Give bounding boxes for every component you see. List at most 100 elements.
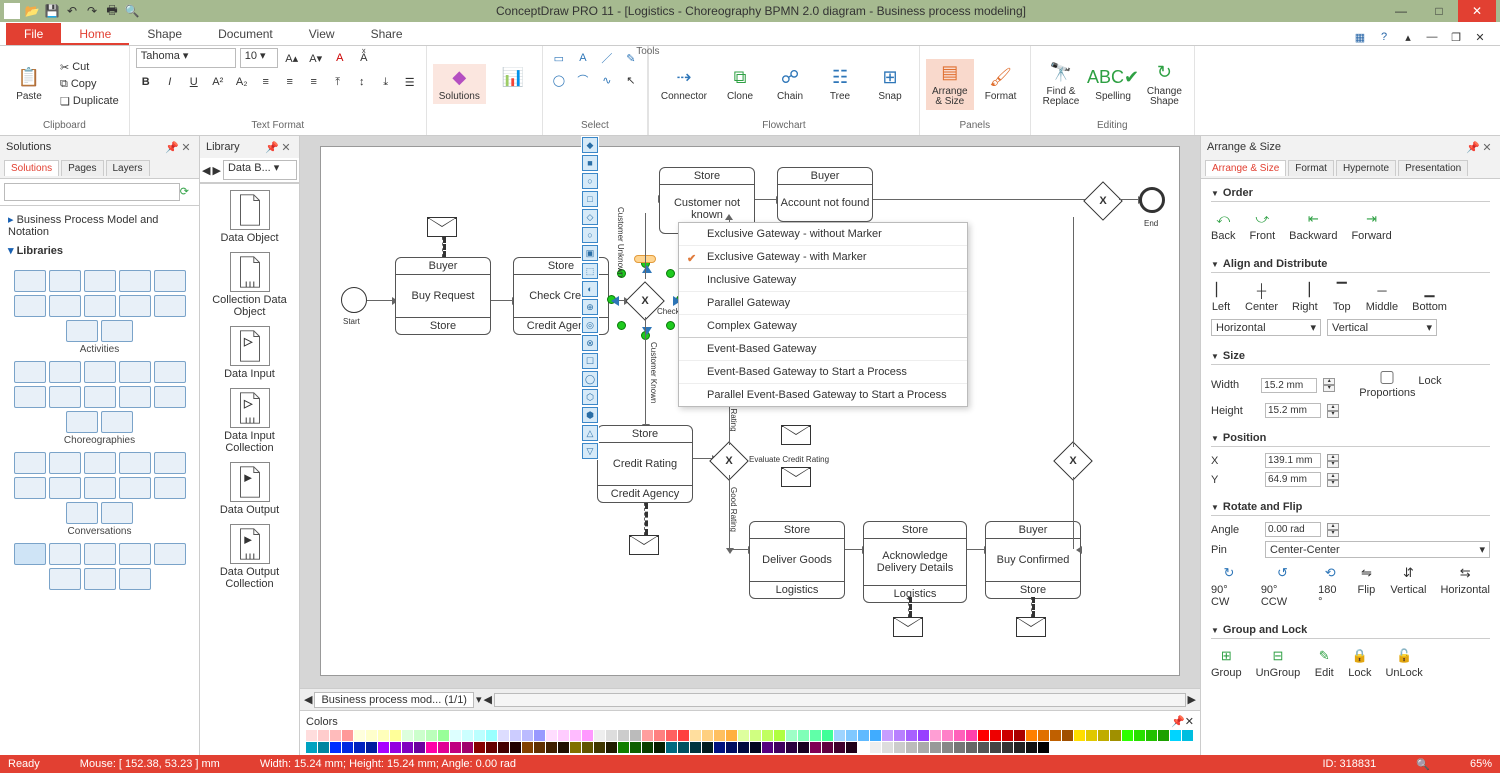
color-swatch[interactable] [342, 730, 353, 741]
color-swatch[interactable] [906, 742, 917, 753]
tab-nav-right-icon[interactable]: ▶ [1188, 693, 1196, 706]
color-swatch[interactable] [510, 730, 521, 741]
order-back[interactable]: ⤺Back [1211, 210, 1235, 242]
color-swatch[interactable] [366, 730, 377, 741]
curve-tool-icon[interactable]: ∿ [597, 70, 617, 90]
panels-icon[interactable]: ▦ [1352, 29, 1368, 45]
snap-button[interactable]: ⊞Snap [867, 64, 913, 105]
file-tab[interactable]: File [6, 23, 61, 45]
color-swatch[interactable] [942, 730, 953, 741]
tab-shape[interactable]: Shape [129, 23, 200, 45]
color-swatch[interactable] [546, 730, 557, 741]
color-swatch[interactable] [522, 730, 533, 741]
color-swatch[interactable] [450, 742, 461, 753]
end-event[interactable] [1139, 187, 1165, 213]
message-icon[interactable] [781, 425, 811, 445]
minimize-icon[interactable]: — [1382, 0, 1420, 22]
valign-top-icon[interactable]: ⤒ [328, 72, 348, 92]
arrange-close-icon[interactable]: ✕ [1480, 140, 1494, 154]
color-swatch[interactable] [318, 730, 329, 741]
sa-icon[interactable]: ◆ [582, 137, 598, 153]
color-swatch[interactable] [726, 730, 737, 741]
color-swatch[interactable] [786, 730, 797, 741]
align-top[interactable]: ▔Top [1332, 281, 1352, 313]
color-swatch[interactable] [1062, 730, 1073, 741]
color-swatch[interactable] [606, 730, 617, 741]
tab-home[interactable]: Home [61, 23, 129, 45]
color-swatch[interactable] [546, 742, 557, 753]
width-spinner[interactable]: ▴▾ [1323, 378, 1335, 392]
ctx-inclusive[interactable]: Inclusive Gateway [679, 268, 967, 291]
color-swatch[interactable] [690, 730, 701, 741]
color-swatch[interactable] [1146, 730, 1157, 741]
color-swatch[interactable] [882, 730, 893, 741]
align-center[interactable]: ┼Center [1245, 281, 1278, 313]
color-swatch[interactable] [954, 742, 965, 753]
ctx-event-based-start[interactable]: Event-Based Gateway to Start a Process [679, 360, 967, 383]
superscript-icon[interactable]: A² [208, 72, 228, 92]
edit-group-btn[interactable]: ✎Edit [1314, 647, 1334, 679]
color-swatch[interactable] [750, 742, 761, 753]
color-swatch[interactable] [654, 730, 665, 741]
color-swatch[interactable] [918, 730, 929, 741]
pin-icon[interactable]: 📌 [165, 140, 179, 154]
color-swatch[interactable] [762, 742, 773, 753]
color-swatch[interactable] [630, 730, 641, 741]
align-middle[interactable]: ─Middle [1366, 281, 1398, 313]
color-swatch[interactable] [894, 730, 905, 741]
color-swatch[interactable] [894, 742, 905, 753]
print-icon[interactable]: 🖶 [104, 3, 120, 19]
order-backward[interactable]: ⇤Backward [1289, 210, 1337, 242]
flip[interactable]: ⇋Flip [1356, 564, 1376, 608]
paste-button[interactable]: 📋 Paste [6, 64, 52, 105]
color-swatch[interactable] [690, 742, 701, 753]
solutions-button[interactable]: ◆ Solutions [433, 64, 486, 105]
color-swatch[interactable] [306, 730, 317, 741]
ctx-complex[interactable]: Complex Gateway [679, 314, 967, 337]
open-icon[interactable]: 📂 [24, 3, 40, 19]
prev-lib-icon[interactable]: ◀ [202, 164, 210, 177]
tab-share[interactable]: Share [353, 23, 421, 45]
save-icon[interactable]: 💾 [44, 3, 60, 19]
node-buy-request[interactable]: Buyer Buy Request Store [395, 257, 491, 335]
align-left-icon[interactable]: ≡ [256, 72, 276, 92]
colors-pin-icon[interactable]: 📌 [1171, 715, 1185, 728]
library-pin-icon[interactable]: 📌 [265, 140, 279, 154]
tab-nav-left-icon[interactable]: ◀ [484, 693, 492, 706]
node-credit-rating[interactable]: Store Credit Rating Credit Agency [597, 425, 693, 503]
color-swatch[interactable] [978, 730, 989, 741]
color-swatch[interactable] [1026, 730, 1037, 741]
color-swatch[interactable] [474, 730, 485, 741]
color-swatch[interactable] [378, 730, 389, 741]
color-swatch[interactable] [414, 730, 425, 741]
ctx-parallel-event-based-start[interactable]: Parallel Event-Based Gateway to Start a … [679, 383, 967, 406]
flip-h[interactable]: ⇆Horizontal [1440, 564, 1490, 608]
cut-button[interactable]: ✂Cut [56, 60, 123, 75]
color-swatch[interactable] [594, 742, 605, 753]
color-swatch[interactable] [678, 742, 689, 753]
rotate-cw[interactable]: ↻90° CW [1211, 564, 1247, 608]
color-swatch[interactable] [1182, 730, 1193, 741]
color-swatch[interactable] [870, 730, 881, 741]
color-swatch[interactable] [618, 730, 629, 741]
color-swatch[interactable] [1098, 730, 1109, 741]
subtab-solutions[interactable]: Solutions [4, 160, 59, 176]
start-event[interactable] [341, 287, 367, 313]
color-swatch[interactable] [366, 742, 377, 753]
ctx-exclusive-no-marker[interactable]: Exclusive Gateway - without Marker [679, 223, 967, 245]
color-swatch[interactable] [774, 742, 785, 753]
color-swatch[interactable] [858, 730, 869, 741]
align-right-icon[interactable]: ≡ [304, 72, 324, 92]
color-swatch[interactable] [834, 730, 845, 741]
color-swatch[interactable] [906, 730, 917, 741]
color-swatch[interactable] [594, 730, 605, 741]
font-color-icon[interactable]: A [330, 48, 350, 68]
color-swatch[interactable] [1170, 730, 1181, 741]
tab-prev-icon[interactable]: ◀ [304, 693, 312, 706]
doc-restore-icon[interactable]: ❐ [1448, 29, 1464, 45]
close-panel-icon[interactable]: ✕ [179, 140, 193, 154]
color-swatch[interactable] [666, 742, 677, 753]
duplicate-button[interactable]: ❏Duplicate [56, 94, 123, 109]
color-swatch[interactable] [570, 730, 581, 741]
color-swatch[interactable] [918, 742, 929, 753]
